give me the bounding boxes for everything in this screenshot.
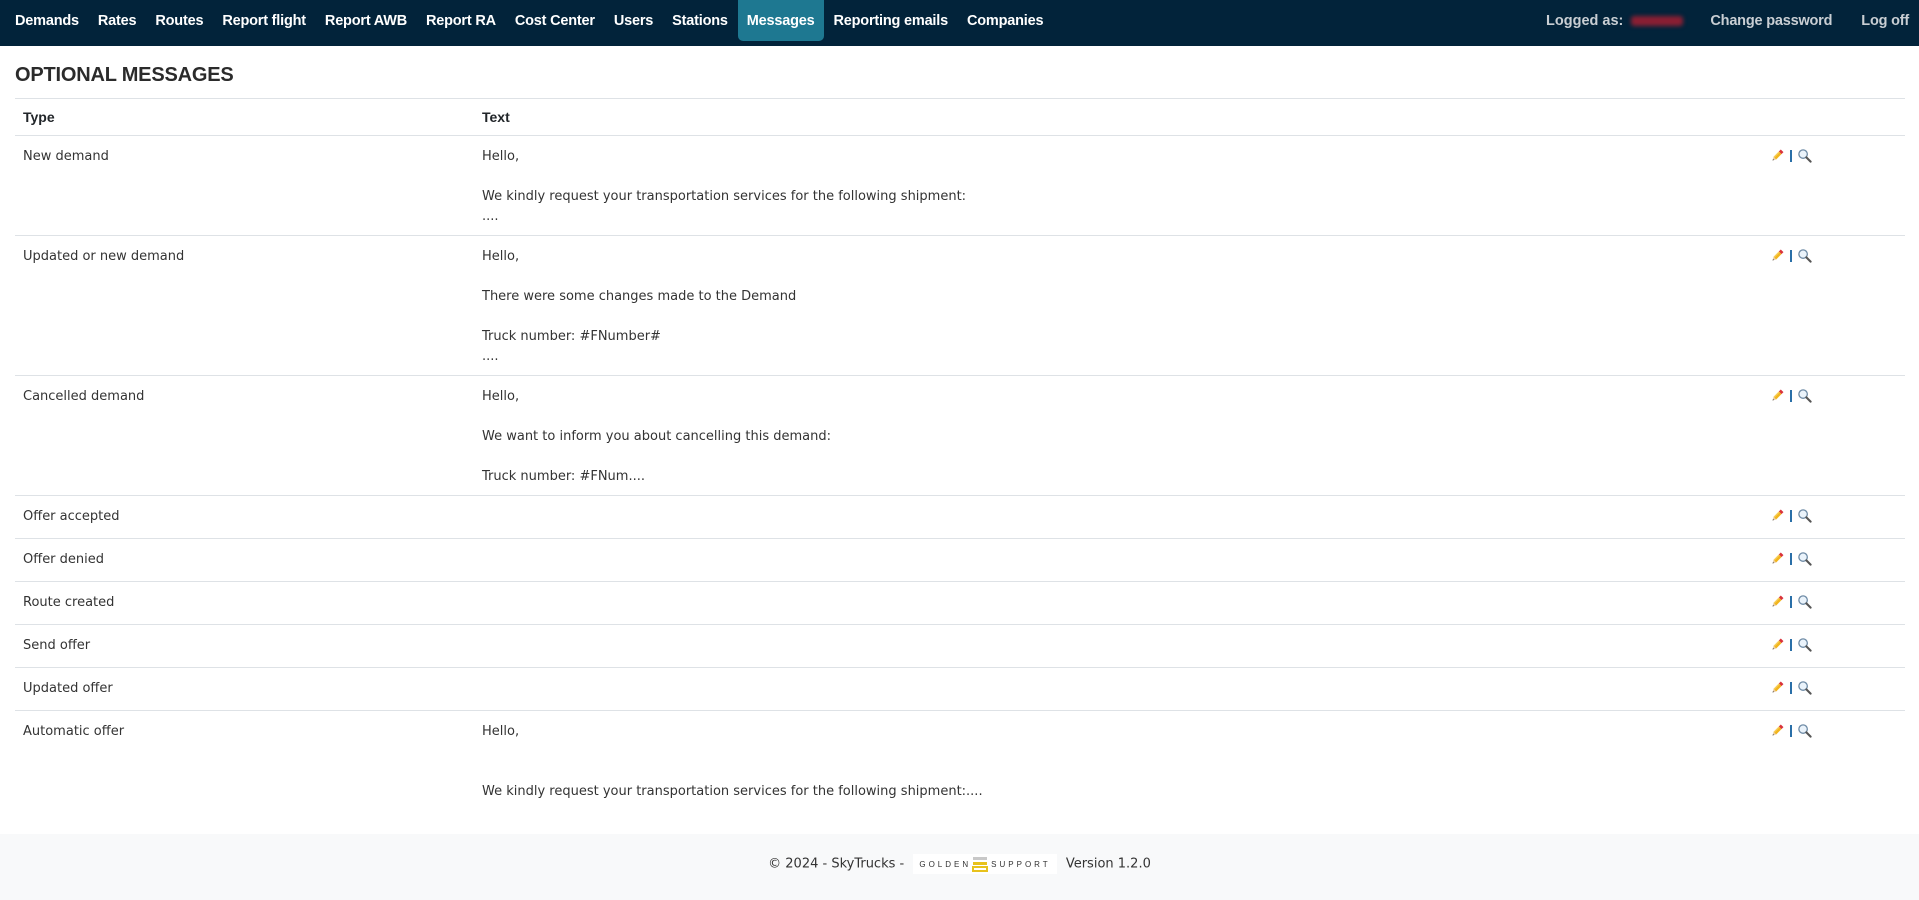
message-type: Send offer <box>15 624 474 668</box>
message-text: Hello, We kindly request your transporta… <box>474 710 1762 821</box>
change-password-link[interactable]: Change password <box>1701 0 1841 41</box>
action-separator <box>1790 389 1792 402</box>
nav-item-cost-center[interactable]: Cost Center <box>506 0 604 41</box>
message-text <box>474 581 1762 625</box>
logged-as-indicator: Logged as: <box>1538 0 1691 42</box>
pencil-icon[interactable] <box>1770 637 1785 652</box>
golden-support-logo: GOLDEN SUPPORT <box>913 854 1057 874</box>
message-type: New demand <box>15 135 474 236</box>
nav-item-stations[interactable]: Stations <box>663 0 737 41</box>
log-off-link[interactable]: Log off <box>1852 0 1918 41</box>
action-separator <box>1790 509 1792 522</box>
pencil-icon[interactable] <box>1770 148 1785 163</box>
table-header-row: Type Text <box>15 98 1905 136</box>
message-text <box>474 495 1762 539</box>
column-header-type: Type <box>15 98 474 136</box>
main-nav: Demands Rates Routes Report flight Report AW… <box>0 0 1053 46</box>
logo-text-right: SUPPORT <box>991 859 1051 869</box>
pencil-icon[interactable] <box>1770 388 1785 403</box>
action-separator <box>1790 552 1792 565</box>
messages-table: Type Text New demand Hello, We kindly req… <box>15 98 1905 821</box>
table-row: Automatic offer Hello, We kindly request … <box>15 710 1905 821</box>
message-text <box>474 538 1762 582</box>
logged-as-label: Logged as: <box>1546 13 1624 29</box>
magnifier-icon[interactable] <box>1797 248 1812 263</box>
message-type: Cancelled demand <box>15 375 474 496</box>
action-separator <box>1790 149 1792 162</box>
row-actions <box>1762 495 1905 539</box>
top-navbar: Demands Rates Routes Report flight Report AW… <box>0 0 1919 46</box>
row-actions <box>1762 667 1905 711</box>
magnifier-icon[interactable] <box>1797 551 1812 566</box>
nav-item-report-ra[interactable]: Report RA <box>417 0 505 41</box>
copyright-text: © 2024 - SkyTrucks - <box>768 856 905 872</box>
message-text: Hello, There were some changes made to t… <box>474 235 1762 376</box>
message-type: Updated or new demand <box>15 235 474 376</box>
message-text: Hello, We want to inform you about cance… <box>474 375 1762 496</box>
message-type: Automatic offer <box>15 710 474 821</box>
pencil-icon[interactable] <box>1770 248 1785 263</box>
magnifier-icon[interactable] <box>1797 723 1812 738</box>
action-separator <box>1790 595 1792 608</box>
column-header-actions <box>1762 98 1905 136</box>
message-text <box>474 624 1762 668</box>
table-row: Updated or new demand Hello, There were s… <box>15 235 1905 376</box>
pencil-icon[interactable] <box>1770 594 1785 609</box>
nav-item-reporting-emails[interactable]: Reporting emails <box>825 0 957 41</box>
table-row: New demand Hello, We kindly request your … <box>15 135 1905 236</box>
row-actions <box>1762 581 1905 625</box>
row-actions <box>1762 375 1905 496</box>
nav-item-routes[interactable]: Routes <box>146 0 212 41</box>
row-actions <box>1762 235 1905 376</box>
row-actions <box>1762 710 1905 821</box>
username-redacted <box>1631 16 1684 27</box>
footer: © 2024 - SkyTrucks - GOLDEN SUPPORT Vers… <box>0 834 1919 900</box>
magnifier-icon[interactable] <box>1797 508 1812 523</box>
nav-item-messages[interactable]: Messages <box>737 0 824 41</box>
logo-text-left: GOLDEN <box>919 859 972 869</box>
table-row: Offer accepted <box>15 495 1905 539</box>
pencil-icon[interactable] <box>1770 723 1785 738</box>
table-row: Offer denied <box>15 538 1905 582</box>
pencil-icon[interactable] <box>1770 680 1785 695</box>
version-text: Version 1.2.0 <box>1065 856 1151 872</box>
table-row: Send offer <box>15 624 1905 668</box>
message-text: Hello, We kindly request your transporta… <box>474 135 1762 236</box>
message-type: Updated offer <box>15 667 474 711</box>
nav-item-report-awb[interactable]: Report AWB <box>316 0 416 41</box>
magnifier-icon[interactable] <box>1797 680 1812 695</box>
message-type: Offer denied <box>15 538 474 582</box>
magnifier-icon[interactable] <box>1797 637 1812 652</box>
page-title: OPTIONAL MESSAGES <box>15 64 234 86</box>
action-separator <box>1790 681 1792 694</box>
nav-item-report-flight[interactable]: Report flight <box>213 0 315 41</box>
nav-item-users[interactable]: Users <box>605 0 662 41</box>
action-separator <box>1790 638 1792 651</box>
action-separator <box>1790 724 1792 737</box>
golden-support-mark-icon <box>972 857 989 872</box>
row-actions <box>1762 538 1905 582</box>
nav-item-rates[interactable]: Rates <box>89 0 146 41</box>
user-nav: Logged as: Change password Log off <box>1538 0 1919 46</box>
nav-item-companies[interactable]: Companies <box>958 0 1052 41</box>
table-row: Updated offer <box>15 667 1905 711</box>
row-actions <box>1762 135 1905 236</box>
message-text <box>474 667 1762 711</box>
magnifier-icon[interactable] <box>1797 148 1812 163</box>
row-actions <box>1762 624 1905 668</box>
magnifier-icon[interactable] <box>1797 388 1812 403</box>
magnifier-icon[interactable] <box>1797 594 1812 609</box>
pencil-icon[interactable] <box>1770 508 1785 523</box>
pencil-icon[interactable] <box>1770 551 1785 566</box>
nav-item-demands[interactable]: Demands <box>6 0 88 41</box>
table-row: Route created <box>15 581 1905 625</box>
message-type: Offer accepted <box>15 495 474 539</box>
action-separator <box>1790 249 1792 262</box>
column-header-text: Text <box>474 98 1762 136</box>
table-row: Cancelled demand Hello, We want to inform… <box>15 375 1905 496</box>
message-type: Route created <box>15 581 474 625</box>
